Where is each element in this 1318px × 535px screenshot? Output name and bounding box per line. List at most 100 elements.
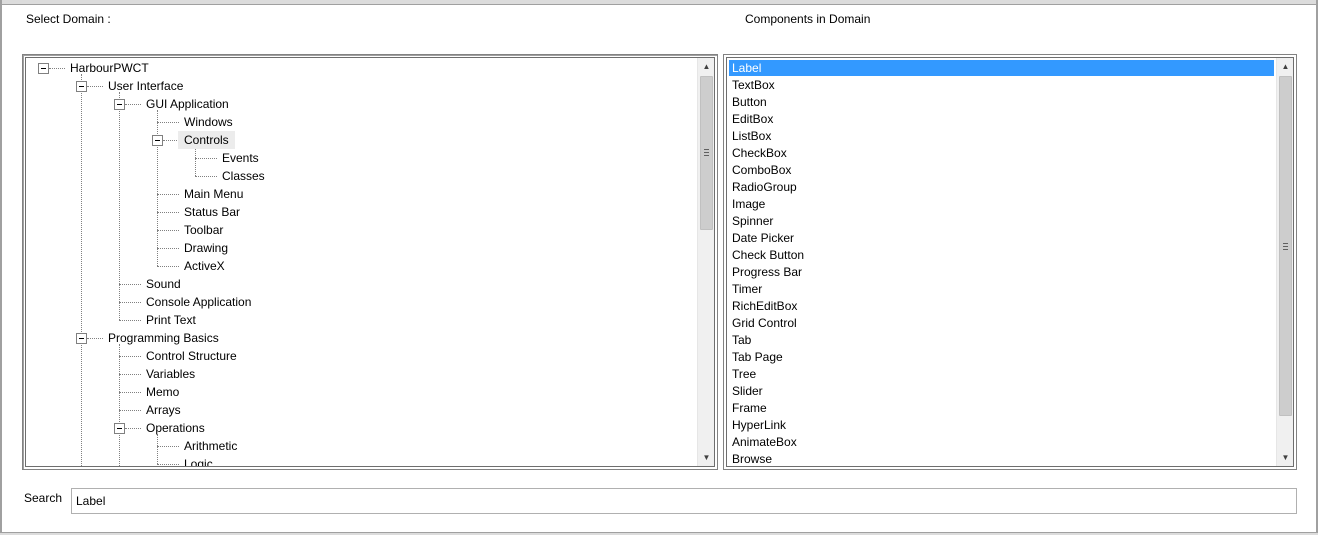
list-item[interactable]: Progress Bar <box>729 264 1274 280</box>
list-item[interactable]: Date Picker <box>729 230 1274 246</box>
list-item[interactable]: Button <box>729 94 1274 110</box>
list-item[interactable]: RichEditBox <box>729 298 1274 314</box>
tree-branch-line <box>157 464 179 465</box>
tree-node-arithmetic[interactable]: Arithmetic <box>178 437 243 455</box>
tree-node-harbourpwct[interactable]: HarbourPWCT <box>64 59 155 77</box>
tree-branch-line <box>195 158 217 159</box>
tree-node-logic[interactable]: Logic <box>178 455 219 466</box>
list-item[interactable]: EditBox <box>729 111 1274 127</box>
list-item[interactable]: Image <box>729 196 1274 212</box>
domain-tree[interactable]: HarbourPWCT User Interface GUI Application… <box>25 57 715 467</box>
tree-vertical-scrollbar[interactable]: ▲ ▼ <box>697 58 714 466</box>
components-list-content: Label TextBox Button EditBox ListBox CheckBox… <box>727 58 1276 466</box>
tree-node-control-structure[interactable]: Control Structure <box>140 347 243 365</box>
tree-node-controls[interactable]: Controls <box>178 131 235 149</box>
list-item[interactable]: ListBox <box>729 128 1274 144</box>
list-item[interactable]: HyperLink <box>729 417 1274 433</box>
collapse-minus-icon[interactable] <box>114 99 125 110</box>
list-item[interactable]: Tab <box>729 332 1274 348</box>
tree-branch-line <box>119 392 141 393</box>
tree-node-status-bar[interactable]: Status Bar <box>178 203 246 221</box>
tree-branch-line <box>157 230 179 231</box>
tree-branch-line <box>119 410 141 411</box>
tree-branch-line <box>119 356 141 357</box>
tree-node-print-text[interactable]: Print Text <box>140 311 202 329</box>
grip-icon <box>704 149 709 156</box>
tree-node-events[interactable]: Events <box>216 149 265 167</box>
grip-icon <box>1283 243 1288 250</box>
list-item[interactable]: Grid Control <box>729 315 1274 331</box>
list-item[interactable]: RadioGroup <box>729 179 1274 195</box>
window-left-border <box>0 0 2 535</box>
tree-node-gui-application[interactable]: GUI Application <box>140 95 235 113</box>
tree-branch-line <box>49 68 65 69</box>
tree-connector-line <box>119 92 120 320</box>
list-item[interactable]: Slider <box>729 383 1274 399</box>
tree-node-windows[interactable]: Windows <box>178 113 239 131</box>
list-item[interactable]: Label <box>729 60 1274 76</box>
scroll-up-arrow-icon[interactable]: ▲ <box>698 58 714 75</box>
tree-node-main-menu[interactable]: Main Menu <box>178 185 249 203</box>
list-item[interactable]: Tab Page <box>729 349 1274 365</box>
tree-node-memo[interactable]: Memo <box>140 383 185 401</box>
list-item[interactable]: Browse <box>729 451 1274 466</box>
tree-branch-line <box>157 266 179 267</box>
list-item[interactable]: ComboBox <box>729 162 1274 178</box>
components-in-domain-label: Components in Domain <box>745 12 871 26</box>
select-domain-label: Select Domain : <box>26 12 111 26</box>
list-item[interactable]: Spinner <box>729 213 1274 229</box>
tree-node-operations[interactable]: Operations <box>140 419 211 437</box>
window-top-border <box>0 0 1318 5</box>
list-item[interactable]: Check Button <box>729 247 1274 263</box>
tree-node-console-application[interactable]: Console Application <box>140 293 257 311</box>
tree-node-sound[interactable]: Sound <box>140 275 187 293</box>
tree-node-user-interface[interactable]: User Interface <box>102 77 189 95</box>
tree-branch-line <box>195 176 217 177</box>
tree-node-drawing[interactable]: Drawing <box>178 239 234 257</box>
tree-scroll-thumb[interactable] <box>700 76 713 230</box>
scroll-down-arrow-icon[interactable]: ▼ <box>1277 449 1293 466</box>
tree-connector-line <box>81 74 82 466</box>
list-item[interactable]: CheckBox <box>729 145 1274 161</box>
collapse-minus-icon[interactable] <box>114 423 125 434</box>
collapse-minus-icon[interactable] <box>38 63 49 74</box>
tree-connector-line <box>157 434 158 464</box>
tree-branch-line <box>119 284 141 285</box>
list-item[interactable]: AnimateBox <box>729 434 1274 450</box>
tree-node-activex[interactable]: ActiveX <box>178 257 231 275</box>
list-item[interactable]: Tree <box>729 366 1274 382</box>
tree-node-arrays[interactable]: Arrays <box>140 401 187 419</box>
scroll-down-arrow-icon[interactable]: ▼ <box>698 449 714 466</box>
search-input[interactable] <box>71 488 1297 514</box>
tree-branch-line <box>119 374 141 375</box>
tree-node-classes[interactable]: Classes <box>216 167 271 185</box>
tree-node-toolbar[interactable]: Toolbar <box>178 221 229 239</box>
tree-branch-line <box>157 446 179 447</box>
collapse-minus-icon[interactable] <box>76 81 87 92</box>
list-item[interactable]: Timer <box>729 281 1274 297</box>
tree-connector-line <box>157 110 158 266</box>
collapse-minus-icon[interactable] <box>76 333 87 344</box>
list-item[interactable]: TextBox <box>729 77 1274 93</box>
scroll-up-arrow-icon[interactable]: ▲ <box>1277 58 1293 75</box>
tree-branch-line <box>163 140 179 141</box>
list-item[interactable]: Frame <box>729 400 1274 416</box>
tree-branch-line <box>157 122 179 123</box>
tree-branch-line <box>157 248 179 249</box>
tree-connector-line <box>195 146 196 176</box>
tree-node-variables[interactable]: Variables <box>140 365 201 383</box>
tree-branch-line <box>119 320 141 321</box>
tree-branch-line <box>157 212 179 213</box>
components-list[interactable]: Label TextBox Button EditBox ListBox CheckBox… <box>726 57 1294 467</box>
components-list-panel: Label TextBox Button EditBox ListBox CheckBox… <box>723 54 1297 470</box>
collapse-minus-icon[interactable] <box>152 135 163 146</box>
tree-branch-line <box>125 428 141 429</box>
search-label: Search <box>24 491 63 505</box>
tree-connector-line <box>119 344 120 466</box>
list-scroll-thumb[interactable] <box>1279 76 1292 416</box>
tree-branch-line <box>125 104 141 105</box>
list-vertical-scrollbar[interactable]: ▲ ▼ <box>1276 58 1293 466</box>
tree-branch-line <box>87 338 103 339</box>
tree-branch-line <box>87 86 103 87</box>
tree-node-programming-basics[interactable]: Programming Basics <box>102 329 225 347</box>
